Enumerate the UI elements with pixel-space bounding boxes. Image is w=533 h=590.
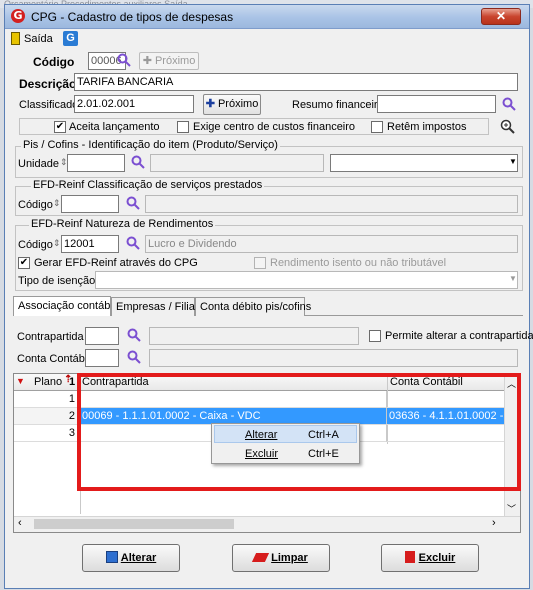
unidade-description bbox=[150, 154, 324, 172]
retem-label: Retêm impostos bbox=[387, 121, 467, 133]
permite-alterar-checkbox[interactable] bbox=[369, 330, 381, 342]
pis-combo[interactable] bbox=[330, 154, 518, 172]
menu-bar: Saída G bbox=[5, 30, 529, 48]
proximo-top-button: ✚ Próximo bbox=[139, 52, 199, 70]
row-3-plano[interactable]: 3 bbox=[14, 425, 80, 442]
proximo-label: Próximo bbox=[217, 98, 259, 110]
resumo-label: Resumo financeiro bbox=[292, 99, 384, 111]
aceita-checkbox[interactable]: ✔ bbox=[54, 121, 66, 133]
scroll-right-icon[interactable]: › bbox=[492, 517, 496, 529]
tipo-isencao-combo bbox=[95, 271, 518, 289]
unidade-label: Unidade bbox=[18, 158, 59, 170]
resumo-search-icon[interactable] bbox=[502, 97, 516, 111]
contrapartida-label: Contrapartida bbox=[17, 331, 84, 343]
app-logo-icon: G bbox=[11, 9, 25, 23]
pis-combo-arrow-icon[interactable]: ▼ bbox=[509, 157, 517, 166]
gerar-efd-checkbox[interactable]: ✔ bbox=[18, 257, 30, 269]
isento-checkbox bbox=[254, 257, 266, 269]
conta-contabil-search-icon[interactable] bbox=[127, 350, 141, 364]
efd-class-codigo-input[interactable] bbox=[61, 195, 119, 213]
descricao-input[interactable]: TARIFA BANCARIA bbox=[74, 73, 518, 91]
efd-class-description bbox=[145, 195, 518, 213]
trash-icon bbox=[404, 551, 415, 563]
resumo-input[interactable] bbox=[377, 95, 496, 113]
gerar-efd-label: Gerar EFD-Reinf através do CPG bbox=[34, 257, 198, 269]
codigo-label: Código bbox=[33, 55, 75, 69]
efd-nat-description: Lucro e Dividendo bbox=[145, 235, 518, 253]
limpar-button[interactable]: Limpar bbox=[232, 544, 330, 572]
limpar-button-label: Limpar bbox=[271, 552, 308, 564]
efd-nat-codigo-label: Código bbox=[18, 239, 53, 251]
row-1-plano[interactable]: 1 bbox=[14, 391, 80, 408]
zoom-in-icon[interactable] bbox=[500, 119, 516, 135]
excluir-button-label: Excluir bbox=[418, 552, 456, 564]
window-title: CPG - Cadastro de tipos de despesas bbox=[31, 10, 234, 24]
eraser-icon bbox=[252, 553, 270, 562]
efd-nat-codigo-input[interactable]: 12001 bbox=[61, 235, 119, 253]
exit-door-icon[interactable] bbox=[11, 32, 20, 45]
title-bar[interactable]: G CPG - Cadastro de tipos de despesas ✕ bbox=[5, 5, 529, 29]
contrapartida-input[interactable] bbox=[85, 327, 119, 345]
codigo-search-icon[interactable] bbox=[117, 53, 131, 67]
required-marker-icon: ⇕ bbox=[53, 238, 61, 248]
alterar-button[interactable]: Alterar bbox=[82, 544, 180, 572]
permite-alterar-label: Permite alterar a contrapartida bbox=[385, 330, 533, 342]
sort-indicator-icon: ▼ bbox=[16, 376, 25, 386]
header-plano[interactable]: Plano bbox=[34, 376, 62, 388]
isento-label: Rendimento isento ou não tributável bbox=[270, 257, 447, 269]
exige-label: Exige centro de custos financeiro bbox=[193, 121, 356, 133]
tipo-isencao-label: Tipo de isenção bbox=[18, 275, 96, 287]
proximo-top-label: Próximo bbox=[154, 55, 196, 67]
conta-contabil-input[interactable] bbox=[85, 349, 119, 367]
retem-checkbox[interactable] bbox=[371, 121, 383, 133]
aceita-label: Aceita lançamento bbox=[69, 121, 160, 133]
scroll-left-icon[interactable]: ‹ bbox=[18, 517, 22, 529]
contrapartida-search-icon[interactable] bbox=[127, 328, 141, 342]
close-button[interactable]: ✕ bbox=[481, 8, 521, 25]
efd-class-title: EFD-Reinf Classificação de serviços pres… bbox=[31, 179, 265, 191]
scroll-down-icon[interactable]: ﹀ bbox=[507, 502, 516, 515]
contrapartida-description bbox=[149, 327, 359, 345]
g-app-icon[interactable]: G bbox=[63, 31, 78, 46]
classificador-label: Classificador bbox=[19, 99, 82, 111]
tab-empresas-filiais[interactable]: Empresas / Filiais bbox=[111, 297, 203, 316]
exige-checkbox[interactable] bbox=[177, 121, 189, 133]
exit-menu-item[interactable]: Saída bbox=[24, 33, 53, 45]
efd-nat-search-icon[interactable] bbox=[126, 236, 140, 250]
tab-associacao-contabil[interactable]: Associação contábil bbox=[13, 296, 115, 316]
conta-contabil-description bbox=[149, 349, 518, 367]
row-2-plano[interactable]: 2 bbox=[14, 408, 80, 425]
highlight-annotation-box bbox=[77, 373, 521, 491]
tipo-isencao-arrow-icon: ▼ bbox=[509, 274, 517, 283]
save-disk-icon bbox=[105, 551, 118, 563]
header-sort-index: 1 bbox=[69, 376, 76, 388]
excluir-button[interactable]: Excluir bbox=[381, 544, 479, 572]
proximo-button[interactable]: ✚ Próximo bbox=[203, 94, 261, 115]
pis-cofins-title: Pis / Cofins - Identificação do item (Pr… bbox=[21, 139, 280, 151]
dialog-window: G CPG - Cadastro de tipos de despesas ✕ … bbox=[4, 4, 533, 589]
tab-conta-debito[interactable]: Conta débito pis/cofins bbox=[195, 297, 311, 316]
descricao-label: Descrição bbox=[19, 77, 77, 91]
conta-contabil-label: Conta Contábil bbox=[17, 353, 90, 365]
alterar-button-label: Alterar bbox=[120, 552, 157, 564]
plus-icon: ✚ bbox=[205, 98, 218, 110]
efd-class-search-icon[interactable] bbox=[126, 196, 140, 210]
efd-class-codigo-label: Código bbox=[18, 199, 53, 211]
plus-icon: ✚ bbox=[142, 55, 155, 67]
horizontal-scroll-thumb[interactable] bbox=[34, 519, 234, 529]
classificador-input[interactable]: 2.01.02.001 bbox=[74, 95, 194, 113]
unidade-search-icon[interactable] bbox=[131, 155, 145, 169]
required-marker-icon: ⇕ bbox=[53, 198, 61, 208]
unidade-input[interactable] bbox=[67, 154, 125, 172]
efd-nat-title: EFD-Reinf Natureza de Rendimentos bbox=[29, 218, 216, 230]
